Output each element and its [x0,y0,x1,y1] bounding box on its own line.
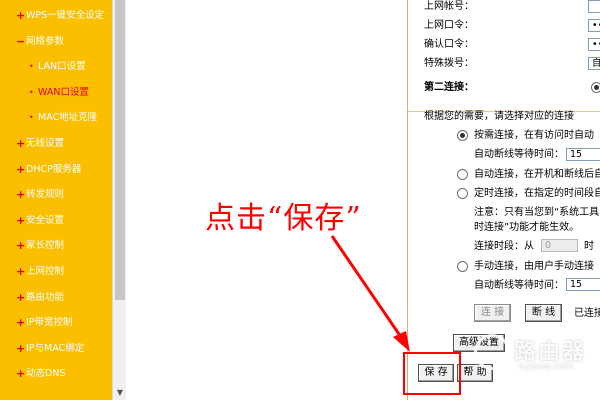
second-connection-radio[interactable] [591,82,600,93]
bullet-icon: • [29,62,34,72]
expand-icon: + [16,188,26,202]
scroll-down-arrow-icon[interactable]: ▼ [115,388,125,398]
sidebar-menu: + WPS一键安全设定 − 网络参数 • LAN口设置 • WAN口设置 • MAC地址克隆 + 无线… [0,0,112,400]
sidebar-item-label: DHCP服务器 [26,163,82,175]
sidebar-item[interactable]: + 路由功能 [0,288,112,308]
period-from-input[interactable]: 0 [541,239,578,252]
sidebar-item[interactable]: • WAN口设置 [0,83,112,103]
sidebar-item[interactable]: + IP带宽控制 [0,313,112,333]
sidebar-item-label: 上网控制 [26,266,65,277]
sidebar-item-label: 无线设置 [26,138,65,149]
account-input[interactable] [588,0,600,13]
sidebar-item[interactable]: + DHCP服务器 [0,160,112,180]
expand-icon: + [16,9,26,22]
scrollbar-thumb[interactable] [115,0,125,300]
account-label: 上网帐号： [424,1,474,12]
password-input[interactable]: ••• [588,19,600,32]
idle-timeout-input-2[interactable]: 15 [566,278,600,291]
period-unit: 时 [584,241,594,252]
expand-icon: + [16,316,26,330]
sidebar-item[interactable]: + 动态DNS [0,364,112,384]
sidebar-item-label: 网络参数 [26,35,65,47]
sidebar-item[interactable]: + 转发规则 [0,185,112,205]
manual-connect-radio[interactable] [457,261,468,272]
sidebar-scrollbar[interactable]: ▼ [112,0,126,400]
expand-icon: + [16,213,26,227]
timed-connect-label: 定时连接，在指定的时间段自 [474,188,600,199]
expand-icon: + [16,367,26,381]
connection-status: 已连接 [574,308,600,319]
watermark-logo-icon [474,334,510,370]
idle-timeout-input-1[interactable]: 15 [566,148,600,161]
confirm-password-label: 确认口令： [424,39,474,50]
special-dial-select[interactable]: 自 [588,57,600,70]
idle-timeout-label-2: 自动断线等待时间： [474,280,564,291]
bullet-icon: • [29,87,34,97]
password-label: 上网口令： [424,20,474,31]
expand-icon: + [16,137,26,150]
sidebar-item[interactable]: + 上网控制 [0,262,112,282]
connect-button[interactable]: 连 接 [474,304,511,322]
period-label: 连接时段：从 [474,241,534,252]
sidebar-item[interactable]: − 网络参数 [0,32,112,52]
sidebar-item-label: WPS一键安全设定 [26,10,105,21]
sidebar-item[interactable]: + 安全设置 [0,211,112,231]
on-demand-radio[interactable] [457,130,468,141]
sidebar-item[interactable]: + IP与MAC绑定 [0,339,112,359]
sidebar-item-label: LAN口设置 [38,61,86,73]
sidebar-item-label: 转发规则 [26,189,65,201]
bullet-icon: • [29,113,34,123]
connection-mode-hint: 根据您的需要，请选择对应的连接 [424,111,574,122]
sidebar-item-label: IP与MAC绑定 [26,342,85,354]
sidebar-item-label: 路由功能 [26,291,65,303]
expand-icon: + [16,265,26,278]
manual-connect-label: 手动连接，由用户手动连接 [474,261,594,272]
watermark-url: luyouqi.com [518,362,574,372]
on-demand-label: 按需连接，在有访问时自动 [474,130,594,141]
timed-connect-radio[interactable] [457,188,468,199]
idle-timeout-label-1: 自动断线等待时间： [474,149,564,160]
sidebar-item-label: IP带宽控制 [26,317,73,329]
special-dial-label: 特殊拨号： [424,58,474,69]
sidebar-item-label: 家长控制 [26,240,65,252]
expand-icon: + [16,341,26,355]
sidebar-item[interactable]: • MAC地址克隆 [0,108,112,128]
sidebar-item-label: 安全设置 [26,214,65,226]
sidebar-item[interactable]: + 家长控制 [0,236,112,256]
expand-icon: + [16,290,26,304]
auto-connect-radio[interactable] [457,169,468,180]
confirm-password-input[interactable]: ••• [588,38,600,51]
note-line-2: 时连接”功能才能生效。 [474,222,580,233]
click-save-annotation: 点击“保存” [205,201,362,236]
auto-connect-label: 自动连接，在开机和断线后自 [474,169,600,180]
watermark: 路由器 luyouqi.com [474,332,594,378]
sidebar-item-label: WAN口设置 [38,86,89,98]
expand-icon: + [16,162,26,176]
sidebar-item[interactable]: + 无线设置 [0,134,112,154]
second-connection-label: 第二连接： [424,82,474,93]
expand-icon: + [16,239,26,253]
save-highlight-box [403,352,461,395]
sidebar-item[interactable]: + WPS一键安全设定 [0,6,112,26]
disconnect-button[interactable]: 断 线 [525,304,562,322]
sidebar-item[interactable]: • LAN口设置 [0,57,112,77]
collapse-icon: − [16,34,26,48]
sidebar-item-label: MAC地址克隆 [38,112,98,124]
note-line-1: 注意：只有当您到“系统工具 [474,207,600,218]
sidebar-item-label: 动态DNS [26,368,66,380]
